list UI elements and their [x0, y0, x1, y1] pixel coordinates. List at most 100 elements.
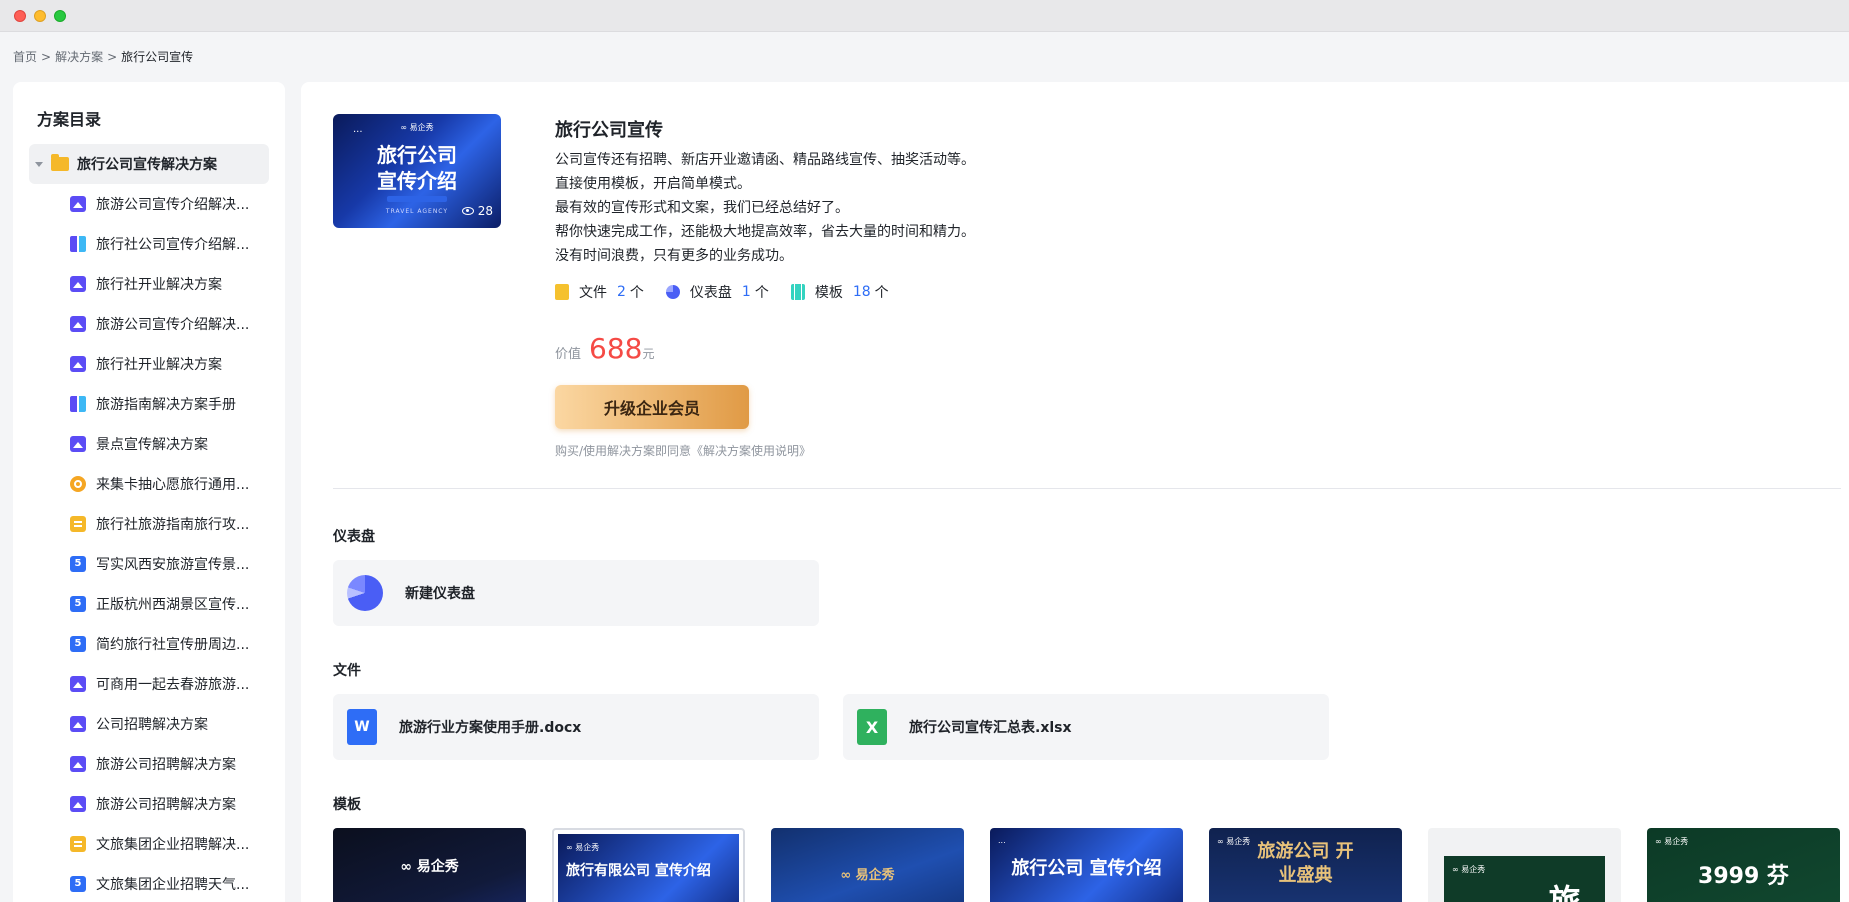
sidebar-tree-item-label: 旅行社公司宣传介绍解...: [96, 237, 250, 253]
image-icon: [70, 796, 86, 812]
sidebar-tree-item[interactable]: 旅游公司宣传介绍解决...: [13, 304, 285, 344]
book-icon: [70, 396, 86, 412]
template-thumbnail[interactable]: ∞ 易企秀 3999 芬: [1647, 828, 1840, 902]
word-file-icon: W: [347, 709, 377, 745]
h5-icon: [70, 556, 86, 572]
sidebar-tree-item[interactable]: 公司招聘解决方案: [13, 704, 285, 744]
price-value: 688: [589, 332, 643, 365]
sidebar-tree-item[interactable]: 旅行社开业解决方案: [13, 344, 285, 384]
image-icon: [70, 196, 86, 212]
cover-title-line1: 旅行公司: [377, 143, 457, 167]
caret-down-icon[interactable]: [35, 161, 43, 167]
image-icon: [70, 316, 86, 332]
sidebar-tree-item-label: 旅游公司招聘解决方案: [96, 757, 236, 773]
image-icon: [70, 436, 86, 452]
view-count: 28: [461, 204, 493, 218]
sidebar-tree-item[interactable]: 旅游指南解决方案手册: [13, 384, 285, 424]
template-thumbnail[interactable]: ∞ 易企秀 旅行有限公司 宣传介绍: [552, 828, 745, 902]
sidebar-tree-item[interactable]: 简约旅行社宣传册周边...: [13, 624, 285, 664]
upgrade-enterprise-button[interactable]: 升级企业会员: [555, 385, 749, 429]
stat-files: 文件 2 个: [555, 282, 644, 302]
dashboard-section-title: 仪表盘: [333, 529, 375, 545]
doc-icon: [70, 836, 86, 852]
sidebar-tree-item[interactable]: 景点宣传解决方案: [13, 424, 285, 464]
stat-label: 仪表盘: [689, 285, 732, 301]
h5-icon: [70, 636, 86, 652]
sidebar-tree-item-label: 旅游公司宣传介绍解决...: [96, 197, 250, 213]
file-name: 旅游行业方案使用手册.docx: [399, 720, 582, 736]
minimize-window-button[interactable]: [34, 10, 46, 22]
close-window-button[interactable]: [14, 10, 26, 22]
new-dashboard-card[interactable]: 新建仪表盘: [333, 560, 819, 626]
sidebar-tree-item[interactable]: 旅游公司招聘解决方案: [13, 744, 285, 784]
sidebar-tree-item-label: 正版杭州西湖景区宣传...: [96, 597, 250, 613]
sidebar-tree-item-label: 旅游公司招聘解决方案: [96, 797, 236, 813]
templates-section-title: 模板: [333, 797, 361, 813]
maximize-window-button[interactable]: [54, 10, 66, 22]
desc-line: 直接使用模板，开启简单模式。: [555, 176, 751, 192]
template-brand: ∞ 易企秀: [840, 868, 895, 883]
template-icon: [790, 284, 805, 300]
sidebar-tree-item[interactable]: 旅行社旅游指南旅行攻...: [13, 504, 285, 544]
template-thumbnail[interactable]: ∞ 易企秀 旅游公司 开业盛典 海报: [1209, 828, 1402, 902]
price: 价值 688 元: [555, 332, 654, 365]
stat-label: 模板: [814, 285, 843, 301]
sidebar-tree-item-label: 来集卡抽心愿旅行通用...: [96, 477, 250, 493]
solution-cover-image[interactable]: ... ∞ 易企秀 旅行公司 宣传介绍 TRAVEL AGENCY 28: [333, 114, 501, 228]
pie-chart-icon: [665, 285, 680, 299]
sidebar-tree-item-label: 旅行社旅游指南旅行攻...: [96, 517, 250, 533]
sidebar-tree-item[interactable]: 来集卡抽心愿旅行通用...: [13, 464, 285, 504]
cover-title-line2: 宣传介绍: [377, 169, 457, 193]
template-thumbnail[interactable]: ... 旅行公司 宣传介绍: [990, 828, 1183, 902]
template-brand: ∞ 易企秀: [566, 843, 600, 852]
tree-list: 旅游公司宣传介绍解决... 旅行社公司宣传介绍解... 旅行社开业解决方案 旅游公司宣…: [13, 184, 285, 902]
sidebar-tree-item-label: 景点宣传解决方案: [96, 437, 208, 453]
sidebar-tree-item[interactable]: 旅游公司宣传介绍解决...: [13, 184, 285, 224]
file-card-xlsx[interactable]: X 旅行公司宣传汇总表.xlsx: [843, 694, 1329, 760]
image-icon: [70, 676, 86, 692]
desc-line: 最有效的宣传形式和文案，我们已经总结好了。: [555, 200, 849, 216]
folder-icon: [51, 154, 69, 171]
tree-root-label: 旅行公司宣传解决方案: [77, 157, 217, 173]
sidebar-tree-item-label: 旅游公司宣传介绍解决...: [96, 317, 250, 333]
sidebar-tree-item[interactable]: 可商用一起去春游旅游...: [13, 664, 285, 704]
agreement-text[interactable]: 购买/使用解决方案即同意《解决方案使用说明》: [555, 442, 811, 459]
template-title: 3999 芬: [1698, 864, 1789, 889]
template-title: 旅行有限公司 宣传介绍: [566, 863, 711, 879]
file-card-docx[interactable]: W 旅游行业方案使用手册.docx: [333, 694, 819, 760]
template-thumbnail[interactable]: ∞ 易企秀: [333, 828, 526, 902]
tree-root-item[interactable]: 旅行公司宣传解决方案: [29, 144, 269, 184]
stat-templates: 模板 18 个: [790, 282, 889, 302]
breadcrumb-separator: >: [107, 50, 118, 64]
breadcrumb-home[interactable]: 首页: [13, 48, 37, 65]
stat-unit: 个: [754, 285, 769, 301]
window-titlebar: [0, 0, 1849, 32]
template-thumbnail[interactable]: ∞ 易企秀 旅: [1428, 828, 1621, 902]
template-brand: ...: [998, 836, 1006, 845]
dashboard-card-label: 新建仪表盘: [405, 586, 475, 602]
stat-unit: 个: [874, 285, 889, 301]
excel-file-icon: X: [857, 709, 887, 745]
sidebar-tree-item[interactable]: 写实风西安旅游宣传景...: [13, 544, 285, 584]
solution-stats: 文件 2 个 仪表盘 1 个 模板 18 个: [555, 282, 911, 302]
eye-icon: [461, 207, 474, 215]
breadcrumb-solutions[interactable]: 解决方案: [55, 48, 103, 65]
stat-count: 1: [741, 284, 751, 300]
sidebar-tree-item[interactable]: 文旅集团企业招聘天气...: [13, 864, 285, 902]
files-section-title: 文件: [333, 663, 361, 679]
cover-tag: [387, 196, 447, 202]
sidebar-tree-item[interactable]: 旅行社公司宣传介绍解...: [13, 224, 285, 264]
breadcrumb-separator: >: [41, 50, 52, 64]
price-unit: 元: [642, 347, 655, 361]
template-inner: ∞ 易企秀 旅: [1444, 856, 1605, 902]
template-thumbnail[interactable]: ∞ 易企秀: [771, 828, 964, 902]
sidebar-tree-item[interactable]: 旅游公司招聘解决方案: [13, 784, 285, 824]
image-icon: [70, 356, 86, 372]
sidebar-tree-item-label: 旅行社开业解决方案: [96, 277, 222, 293]
sidebar-tree-item-label: 简约旅行社宣传册周边...: [96, 637, 250, 653]
sidebar-tree-item[interactable]: 文旅集团企业招聘解决...: [13, 824, 285, 864]
sidebar-tree-item-label: 文旅集团企业招聘解决...: [96, 837, 250, 853]
sidebar-tree-item[interactable]: 正版杭州西湖景区宣传...: [13, 584, 285, 624]
stat-count: 2: [617, 284, 626, 300]
sidebar-tree-item[interactable]: 旅行社开业解决方案: [13, 264, 285, 304]
